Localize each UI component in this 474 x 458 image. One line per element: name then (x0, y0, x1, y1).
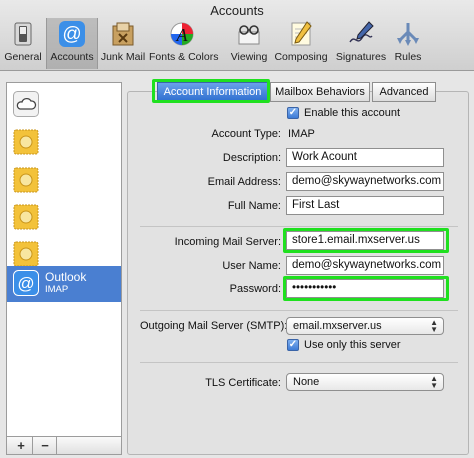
incoming-server-label: Incoming Mail Server: (174, 236, 281, 248)
email-address-label: Email Address: (207, 176, 281, 188)
fonts-colors-icon: A (170, 22, 194, 46)
stamp-icon (13, 204, 39, 230)
tls-certificate-label: TLS Certificate: (205, 377, 281, 389)
sidebar-controls: + − (6, 436, 122, 455)
full-name-field[interactable]: First Last (286, 196, 444, 215)
enable-account-label: Enable this account (304, 107, 401, 119)
rules-icon (397, 23, 419, 46)
toolbar-composing[interactable]: Composing (273, 20, 329, 68)
use-only-this-server-checkbox[interactable]: ✓ (287, 339, 299, 351)
glasses-icon (238, 25, 260, 45)
tab-advanced[interactable]: Advanced (372, 82, 436, 102)
toolbar-signatures[interactable]: Signatures (333, 20, 389, 68)
toolbar-junk-mail[interactable]: Junk Mail (100, 20, 146, 68)
tab-mailbox-behaviors[interactable]: Mailbox Behaviors (270, 82, 370, 102)
account-stamp-3[interactable] (7, 200, 121, 236)
user-name-field[interactable]: demo@skywaynetworks.com (286, 256, 444, 275)
at-sign-icon: @ (59, 21, 85, 47)
stamp-icon (13, 241, 39, 267)
add-account-button[interactable]: + (10, 437, 33, 454)
enable-account-checkbox[interactable]: ✓ (287, 107, 299, 119)
outgoing-server-select[interactable]: email.mxserver.us ▲ ▼ (286, 317, 444, 335)
svg-text:@: @ (62, 24, 81, 45)
junk-mail-icon (112, 22, 134, 46)
account-stamp-1[interactable] (7, 125, 121, 161)
email-address-field[interactable]: demo@skywaynetworks.com (286, 172, 444, 191)
switch-icon (14, 22, 32, 46)
password-highlight (283, 276, 449, 301)
at-sign-icon: @ (13, 270, 39, 296)
tls-certificate-select[interactable]: None ▲ ▼ (286, 373, 444, 391)
toolbar-general[interactable]: General (2, 20, 44, 68)
account-type: IMAP (45, 284, 69, 295)
description-label: Description: (222, 152, 281, 164)
tab-highlight (152, 79, 270, 103)
outgoing-server-value: email.mxserver.us (293, 320, 382, 332)
section-divider (140, 362, 458, 363)
select-arrows-icon: ▲ ▼ (430, 374, 438, 390)
toolbar-viewing[interactable]: Viewing (228, 20, 270, 68)
svg-text:A: A (176, 25, 189, 45)
select-arrows-icon: ▲ ▼ (430, 318, 438, 334)
tls-certificate-value: None (293, 376, 320, 388)
toolbar: Accounts General @ Accounts Junk Mail A … (0, 0, 474, 71)
toolbar-fonts-colors[interactable]: A Fonts & Colors (149, 20, 218, 68)
section-divider (140, 226, 458, 227)
description-field[interactable]: Work Acount (286, 148, 444, 167)
cloud-icon (13, 91, 39, 117)
preferences-window: Accounts General @ Accounts Junk Mail A … (0, 0, 474, 458)
account-type-value: IMAP (288, 128, 315, 140)
account-outlook[interactable]: @ Outlook IMAP (7, 266, 121, 302)
toolbar-accounts[interactable]: @ Accounts (46, 18, 98, 69)
stamp-icon (13, 129, 39, 155)
account-name: Outlook (45, 270, 87, 284)
svg-text:@: @ (17, 274, 34, 293)
accounts-list: @ Outlook IMAP (6, 82, 122, 440)
use-only-this-server-label: Use only this server (304, 339, 401, 351)
incoming-server-highlight (283, 228, 449, 253)
account-icloud[interactable] (7, 87, 121, 123)
window-title: Accounts (210, 3, 264, 18)
full-name-label: Full Name: (227, 200, 281, 212)
outgoing-server-label: Outgoing Mail Server (SMTP): (140, 320, 288, 332)
user-name-label: User Name: (222, 260, 281, 272)
pencil-paper-icon (291, 21, 312, 46)
toolbar-rules[interactable]: Rules (391, 20, 425, 68)
account-type-label: Account Type: (211, 128, 281, 140)
stamp-icon (13, 167, 39, 193)
account-stamp-2[interactable] (7, 163, 121, 199)
remove-account-button[interactable]: − (34, 437, 57, 454)
password-label: Password: (229, 283, 281, 295)
section-divider (140, 310, 458, 311)
signature-pen-icon (349, 21, 374, 43)
